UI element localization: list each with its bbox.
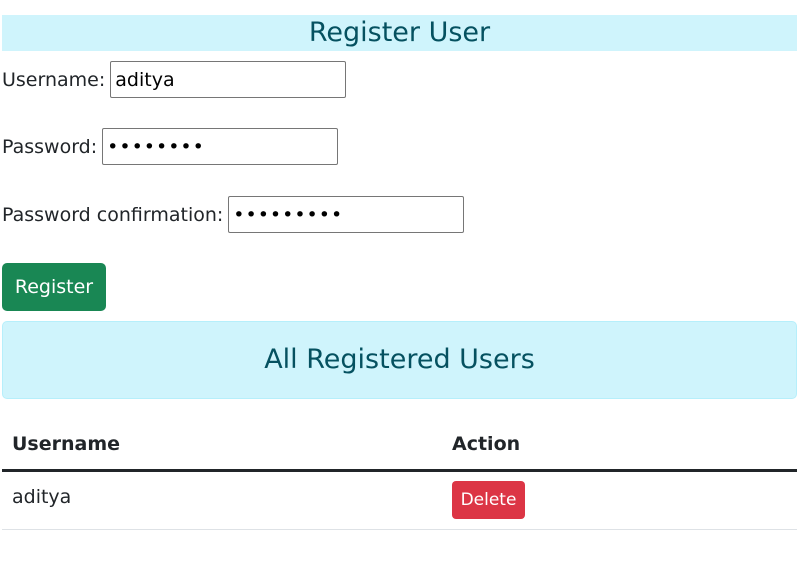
action-cell: Delete <box>442 470 797 530</box>
all-users-heading: All Registered Users <box>2 321 797 399</box>
username-input[interactable] <box>110 61 347 98</box>
users-table: Username Action aditya Delete <box>2 420 797 530</box>
username-label: Username: <box>2 68 106 91</box>
delete-button[interactable]: Delete <box>452 481 525 519</box>
column-header-action: Action <box>442 420 797 472</box>
password-confirmation-input[interactable] <box>228 196 465 233</box>
page: Register User Username: Password: Passwo… <box>0 0 807 586</box>
user-cell: aditya <box>2 470 442 530</box>
password-input[interactable] <box>102 128 339 165</box>
register-button[interactable]: Register <box>2 263 106 311</box>
table-header-row: Username Action <box>2 420 797 472</box>
password-confirmation-row: Password confirmation: <box>2 196 465 233</box>
password-label: Password: <box>2 135 98 158</box>
password-row: Password: <box>2 128 339 165</box>
table-row: aditya Delete <box>2 470 797 530</box>
username-row: Username: <box>2 61 347 98</box>
column-header-username: Username <box>2 420 442 472</box>
password-confirmation-label: Password confirmation: <box>2 203 224 226</box>
register-title: Register User <box>2 15 797 51</box>
